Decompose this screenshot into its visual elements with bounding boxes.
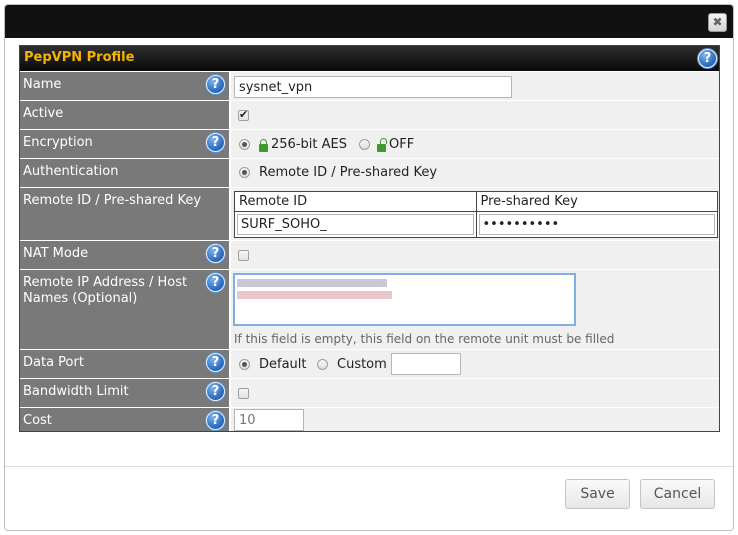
row-label: Authentication xyxy=(20,159,230,187)
row-label: NAT Mode ? xyxy=(20,241,230,269)
redacted-text xyxy=(237,291,392,299)
row-value xyxy=(231,101,719,129)
row-label: Cost ? xyxy=(20,408,230,431)
cost-input[interactable] xyxy=(234,409,304,431)
psk-cell xyxy=(475,211,718,238)
row-value xyxy=(231,241,719,269)
row-bandwidth-limit: Bandwidth Limit ? xyxy=(20,378,719,407)
close-button[interactable]: ✖ xyxy=(708,13,727,32)
row-active: Active xyxy=(20,100,719,129)
row-value xyxy=(231,379,719,407)
row-label: Remote IP Address / Host Names (Optional… xyxy=(20,270,230,349)
redacted-text xyxy=(237,279,387,287)
profile-title: PepVPN Profile xyxy=(24,50,135,65)
footer-divider xyxy=(5,466,733,467)
row-value: 256-bit AES OFF xyxy=(231,130,719,158)
psk-column-header: Pre-shared Key xyxy=(475,191,718,212)
row-label: Bandwidth Limit ? xyxy=(20,379,230,407)
remote-id-column-header: Remote ID xyxy=(234,191,477,212)
help-icon[interactable]: ? xyxy=(206,382,225,401)
profile-form: PepVPN Profile ? Name ? Active En xyxy=(19,45,720,432)
encryption-off-label: OFF xyxy=(389,137,415,152)
authentication-option-label: Remote ID / Pre-shared Key xyxy=(259,165,438,180)
active-checkbox[interactable] xyxy=(238,108,249,121)
encryption-aes-radio[interactable] xyxy=(239,139,250,150)
help-icon[interactable]: ? xyxy=(206,133,225,152)
name-label: Name xyxy=(23,77,62,92)
bandwidth-limit-checkbox[interactable] xyxy=(238,388,249,399)
authentication-radio[interactable] xyxy=(239,167,250,178)
help-icon[interactable]: ? xyxy=(206,75,225,94)
bandwidth-limit-label: Bandwidth Limit xyxy=(23,384,129,399)
row-remote-id-psk: Remote ID / Pre-shared Key Remote ID Pre… xyxy=(20,187,719,240)
row-label: Remote ID / Pre-shared Key xyxy=(20,188,230,240)
name-input[interactable] xyxy=(234,76,512,98)
data-port-label: Data Port xyxy=(23,355,84,370)
help-icon[interactable]: ? xyxy=(206,411,225,430)
row-value xyxy=(231,408,719,431)
help-icon[interactable]: ? xyxy=(698,49,717,68)
data-port-default-label: Default xyxy=(259,357,307,372)
row-name: Name ? xyxy=(20,71,719,100)
remote-id-cell xyxy=(234,211,477,238)
row-cost: Cost ? xyxy=(20,407,719,431)
row-value: If this field is empty, this field on th… xyxy=(231,270,719,349)
lock-open-icon xyxy=(377,138,387,152)
remote-ip-label: Remote IP Address / Host Names (Optional… xyxy=(23,275,188,306)
nat-mode-label: NAT Mode xyxy=(23,246,89,261)
row-value: Remote ID / Pre-shared Key xyxy=(231,159,719,187)
authentication-label: Authentication xyxy=(23,164,119,179)
row-label: Encryption ? xyxy=(20,130,230,158)
psk-input[interactable] xyxy=(478,214,715,235)
remote-ip-textarea[interactable] xyxy=(233,273,576,326)
pepvpn-profile-dialog: ✖ PepVPN Profile ? Name ? Active xyxy=(4,4,734,531)
help-icon[interactable]: ? xyxy=(206,353,225,372)
lock-closed-icon xyxy=(259,139,268,152)
remote-id-psk-label: Remote ID / Pre-shared Key xyxy=(23,193,202,208)
row-remote-ip: Remote IP Address / Host Names (Optional… xyxy=(20,269,719,349)
dialog-title-bar: ✖ xyxy=(5,5,733,38)
row-label: Data Port ? xyxy=(20,350,230,378)
data-port-custom-radio[interactable] xyxy=(317,359,328,370)
active-label: Active xyxy=(23,106,64,121)
remote-ip-hint: If this field is empty, this field on th… xyxy=(234,332,615,346)
row-value xyxy=(231,72,719,100)
remote-id-psk-table: Remote ID Pre-shared Key xyxy=(234,191,718,238)
data-port-custom-label: Custom xyxy=(337,357,387,372)
help-icon[interactable]: ? xyxy=(206,273,225,292)
nat-mode-checkbox[interactable] xyxy=(238,250,249,261)
profile-header: PepVPN Profile ? xyxy=(20,46,719,71)
encryption-label: Encryption xyxy=(23,135,93,150)
row-value: Default Custom xyxy=(231,350,719,378)
row-label: Active xyxy=(20,101,230,129)
cancel-button[interactable]: Cancel xyxy=(640,479,715,509)
data-port-custom-input[interactable] xyxy=(391,353,461,375)
row-encryption: Encryption ? 256-bit AES OFF xyxy=(20,129,719,158)
row-nat-mode: NAT Mode ? xyxy=(20,240,719,269)
cost-label: Cost xyxy=(23,413,52,428)
row-value: Remote ID Pre-shared Key xyxy=(231,188,719,240)
save-button[interactable]: Save xyxy=(565,479,630,509)
help-icon[interactable]: ? xyxy=(206,244,225,263)
row-authentication: Authentication Remote ID / Pre-shared Ke… xyxy=(20,158,719,187)
encryption-aes-label: 256-bit AES xyxy=(271,137,347,152)
close-icon: ✖ xyxy=(712,15,723,29)
encryption-off-radio[interactable] xyxy=(359,139,370,150)
remote-id-input[interactable] xyxy=(237,214,474,235)
data-port-default-radio[interactable] xyxy=(239,359,250,370)
row-label: Name ? xyxy=(20,72,230,100)
row-data-port: Data Port ? Default Custom xyxy=(20,349,719,378)
